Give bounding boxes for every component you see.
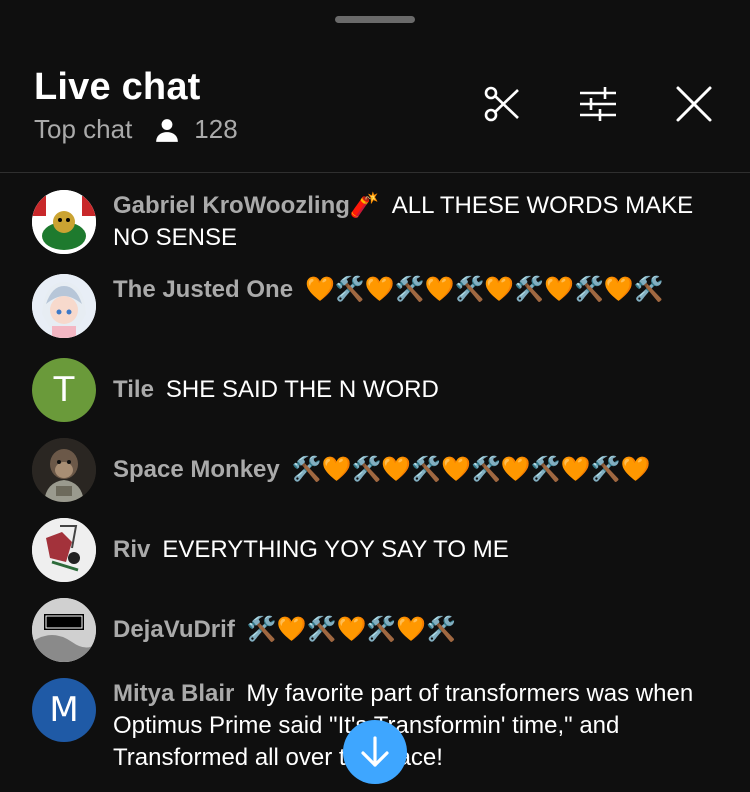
avatar-image — [32, 190, 96, 254]
header-divider — [0, 172, 750, 173]
author-name[interactable]: Riv — [113, 536, 150, 563]
avatar[interactable]: T — [32, 358, 96, 422]
author-name[interactable]: Tile — [113, 376, 154, 403]
avatar-image — [32, 518, 96, 582]
drag-handle[interactable] — [335, 16, 415, 23]
message-text: 🛠️🧡🛠️🧡🛠️🧡🛠️🧡🛠️🧡🛠️🧡 — [291, 456, 651, 483]
avatar[interactable] — [32, 190, 96, 254]
message-body: Gabriel KroWoozling🧨 ALL THESE WORDS MAKE… — [113, 190, 722, 254]
close-icon — [676, 86, 712, 122]
chat-mode-row[interactable]: Top chat 128 — [34, 114, 238, 145]
filter-button[interactable] — [574, 80, 622, 128]
chat-message[interactable]: Space Monkey 🛠️🧡🛠️🧡🛠️🧡🛠️🧡🛠️🧡🛠️🧡 — [32, 438, 722, 502]
chat-mode-label[interactable]: Top chat — [34, 114, 132, 145]
chat-message[interactable]: Gabriel KroWoozling🧨 ALL THESE WORDS MAKE… — [32, 190, 722, 254]
avatar[interactable] — [32, 274, 96, 338]
author-name[interactable]: Gabriel KroWoozling🧨 — [113, 192, 380, 219]
chat-message[interactable]: Riv EVERYTHING YOY SAY TO ME — [32, 518, 722, 582]
avatar-letter: M — [49, 690, 79, 730]
person-icon — [156, 118, 179, 142]
message-body: Tile SHE SAID THE N WORD — [113, 358, 439, 406]
scroll-to-bottom-button[interactable] — [343, 720, 407, 784]
filter-sliders-icon — [580, 87, 616, 121]
viewer-count: 128 — [194, 114, 238, 144]
clip-button[interactable] — [478, 80, 526, 128]
arrow-down-icon — [361, 736, 389, 767]
author-name[interactable]: DejaVuDrif — [113, 616, 235, 643]
message-body: Space Monkey 🛠️🧡🛠️🧡🛠️🧡🛠️🧡🛠️🧡🛠️🧡 — [113, 438, 650, 486]
message-body: The Justed One 🧡🛠️🧡🛠️🧡🛠️🧡🛠️🧡🛠️🧡🛠️ — [113, 274, 664, 306]
author-name[interactable]: The Justed One — [113, 276, 293, 303]
message-text: 🧡🛠️🧡🛠️🧡🛠️🧡🛠️🧡🛠️🧡🛠️ — [305, 276, 664, 303]
avatar-image — [32, 598, 96, 662]
message-body: Mitya Blair My favorite part of transform… — [113, 678, 722, 774]
panel-title: Live chat — [34, 66, 201, 108]
message-body: Riv EVERYTHING YOY SAY TO ME — [113, 518, 509, 566]
avatar-letter: T — [53, 370, 75, 410]
chat-message[interactable]: DejaVuDrif 🛠️🧡🛠️🧡🛠️🧡🛠️ — [32, 598, 722, 662]
avatar[interactable] — [32, 598, 96, 662]
message-text: SHE SAID THE N WORD — [165, 376, 439, 403]
author-name[interactable]: Space Monkey — [113, 456, 280, 483]
message-text: 🛠️🧡🛠️🧡🛠️🧡🛠️ — [246, 616, 456, 643]
avatar[interactable]: M — [32, 678, 96, 742]
author-name[interactable]: Mitya Blair — [113, 680, 234, 707]
avatar-image — [32, 438, 96, 502]
avatar[interactable] — [32, 438, 96, 502]
close-button[interactable] — [670, 80, 718, 128]
avatar[interactable] — [32, 518, 96, 582]
scissors-icon — [484, 86, 519, 122]
chat-message[interactable]: The Justed One 🧡🛠️🧡🛠️🧡🛠️🧡🛠️🧡🛠️🧡🛠️ — [32, 274, 722, 338]
message-text: EVERYTHING YOY SAY TO ME — [162, 536, 509, 563]
avatar-image — [32, 274, 96, 338]
chat-message[interactable]: T Tile SHE SAID THE N WORD — [32, 358, 722, 422]
message-body: DejaVuDrif 🛠️🧡🛠️🧡🛠️🧡🛠️ — [113, 598, 456, 646]
